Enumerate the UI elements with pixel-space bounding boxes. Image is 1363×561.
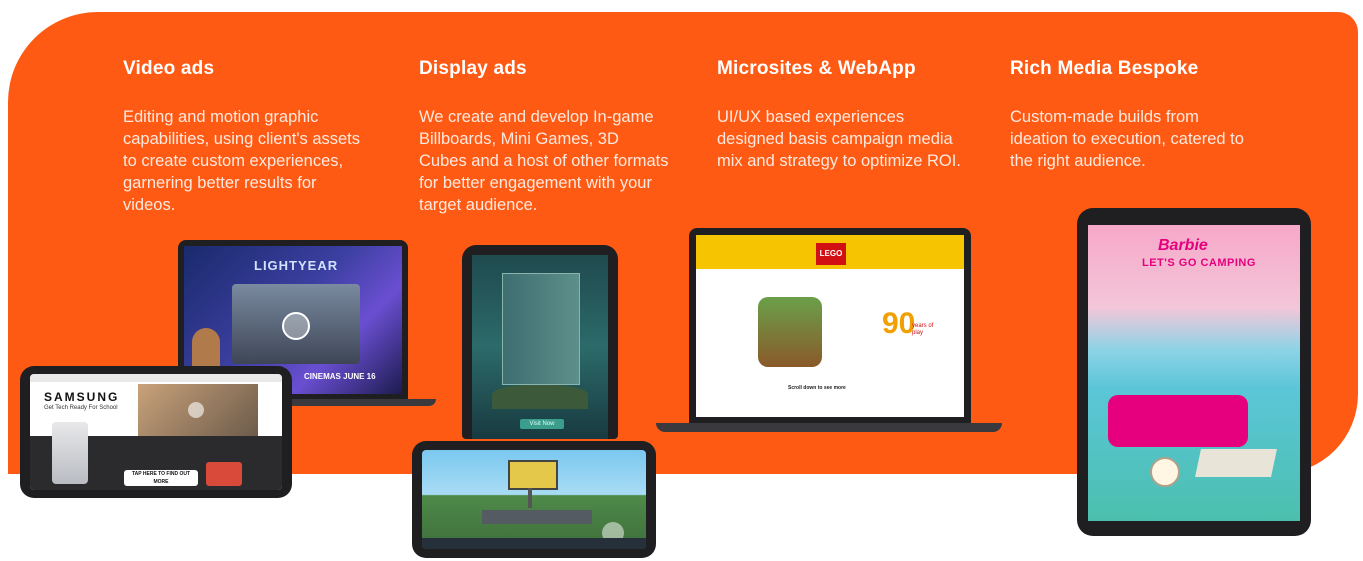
microsites-description: UI/UX based experiences designed basis c… [717,108,961,170]
billboard-pole [528,488,532,508]
lightyear-caption: CINEMAS JUNE 16 [304,372,376,381]
treehouse-icon [758,297,822,367]
display-ads-description: We create and develop In-game Billboards… [419,108,669,214]
find-out-more-button[interactable]: TAP HERE TO FIND OUT MORE [124,470,198,486]
microsites-column: Microsites & WebApp UI/UX based experien… [717,58,962,172]
video-ads-title: Video ads [123,58,215,79]
rich-media-title: Rich Media Bespoke [1010,58,1199,79]
game-toolbar [422,538,646,549]
rich-media-column: Rich Media Bespoke Custom-made builds fr… [1010,58,1260,172]
barbie-screen: Barbie LET'S GO CAMPING [1088,225,1300,521]
lego-screen: LEGO 90 years of play Scroll down to see… [696,235,964,417]
samsung-logo: SAMSUNG [44,390,120,404]
browser-bar [30,374,282,382]
scroll-hint: Scroll down to see more [788,385,846,391]
dinosaur-icon [492,385,588,409]
promo-thumbnail [206,462,242,486]
phone-product-icon [52,422,88,484]
puppy-icon [1150,457,1180,487]
lego-logo: LEGO [816,243,846,265]
display-ads-column: Display ads We create and develop In-gam… [419,58,669,216]
barbie-logo: Barbie [1158,237,1208,254]
lets-go-camping-title: LET'S GO CAMPING [1142,257,1256,269]
phone-ingame-billboard [412,441,656,558]
video-ads-description: Editing and motion graphic capabilities,… [123,108,361,214]
cube-screen: Visit Now [472,255,608,439]
road [482,510,592,524]
tablet-rich-media: Barbie LET'S GO CAMPING [1077,208,1311,536]
play-icon[interactable] [188,402,204,418]
phone-3d-cube-ad: Visit Now [462,245,618,439]
camper-van-icon [1108,395,1248,447]
play-icon[interactable] [282,312,310,340]
lego-90-number: 90 [882,307,916,340]
lego-years-label: years of play [912,323,934,336]
microsites-title: Microsites & WebApp [717,58,916,79]
video-ads-column: Video ads Editing and motion graphic cap… [123,58,363,216]
lightyear-logo: LIGHTYEAR [254,258,339,273]
samsung-tagline: Get Tech Ready For School [44,405,118,411]
phone-samsung-ad: SAMSUNG Get Tech Ready For School TAP HE… [20,366,292,498]
billboard [508,460,558,490]
rich-media-description: Custom-made builds from ideation to exec… [1010,108,1244,170]
visit-now-button[interactable]: Visit Now [520,419,564,429]
cube-face [502,273,580,385]
picnic-mat [1195,449,1277,477]
laptop-microsite: LEGO 90 years of play Scroll down to see… [689,228,971,424]
display-ads-title: Display ads [419,58,527,79]
game-screen [422,450,646,549]
samsung-screen: SAMSUNG Get Tech Ready For School TAP HE… [30,374,282,490]
laptop-base [656,423,1002,432]
